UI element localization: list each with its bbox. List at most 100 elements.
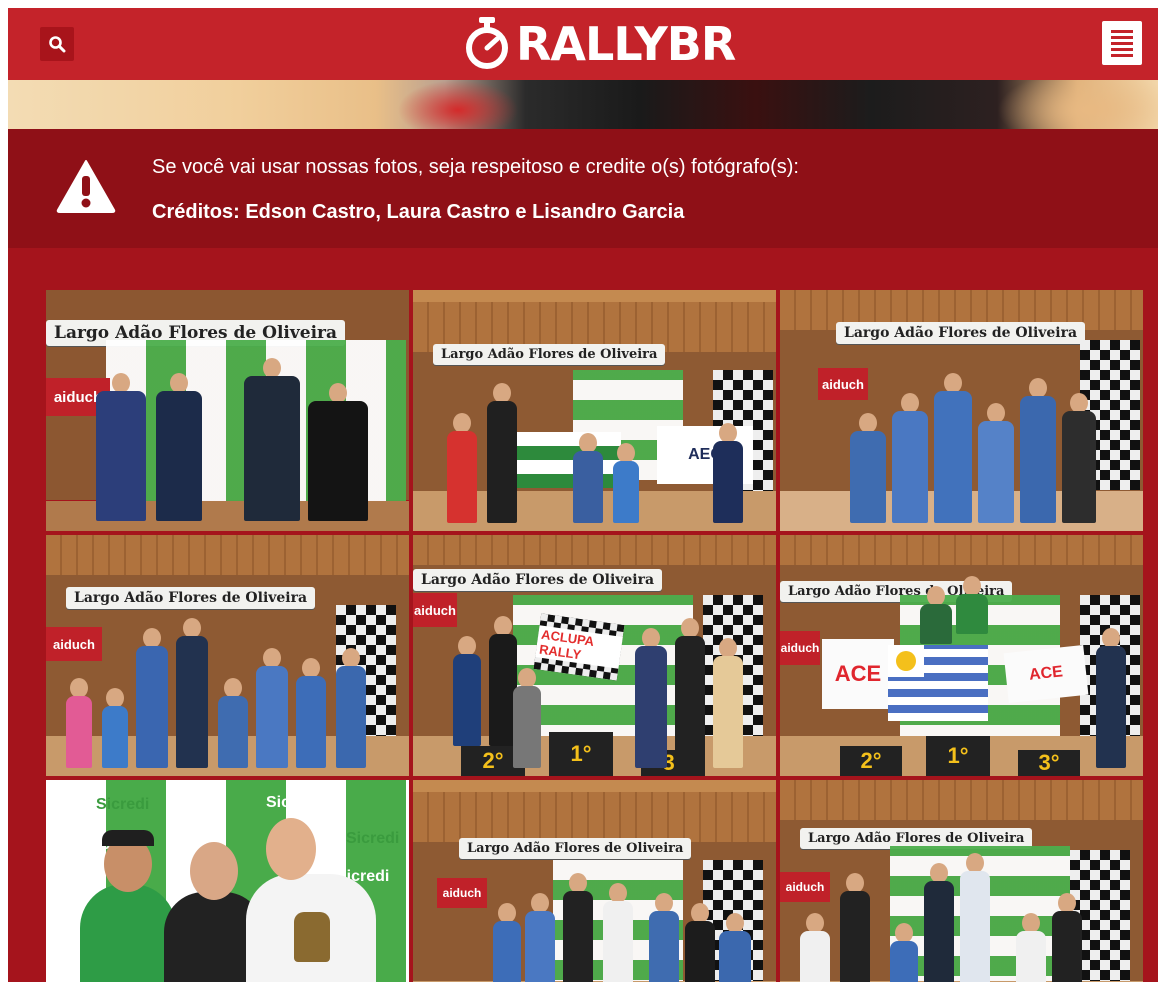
cap — [102, 830, 154, 846]
team-banner-label: ACLUPA RALLY — [535, 625, 623, 669]
podium-second: 2° — [840, 746, 902, 776]
photo-person — [850, 413, 886, 523]
gallery-photo[interactable]: Largo Adão Flores de Oliveira aiduch — [780, 290, 1143, 531]
photo-roof-edge — [413, 290, 776, 302]
ad-banner: aiduch — [413, 593, 457, 627]
photo-person — [525, 893, 555, 982]
photo-person — [675, 618, 705, 768]
photo-sign: Largo Adão Flores de Oliveira — [459, 838, 692, 859]
sponsor-logo-text: Sicredi — [346, 830, 400, 847]
menu-icon-bar — [1111, 35, 1133, 39]
photo-person — [136, 628, 168, 768]
photo-person — [336, 648, 366, 768]
gallery-photo[interactable]: Sicredi Sicredi Sicredi Sicredi Sicredi — [46, 780, 409, 982]
ad-banner: aiduch — [780, 631, 820, 665]
photo-credits: Créditos: Edson Castro, Laura Castro e L… — [152, 201, 685, 223]
photo-person — [719, 913, 751, 982]
stopwatch-icon — [466, 17, 508, 69]
photo-person — [513, 668, 541, 768]
photo-person — [453, 636, 481, 746]
hero-banner-image — [8, 80, 1158, 129]
photo-roof — [413, 535, 776, 565]
photo-person — [1016, 913, 1046, 982]
team-banner: ACE — [822, 639, 894, 709]
photo-person — [102, 688, 128, 768]
gallery-photo[interactable]: Largo Adão Flores de Oliveira aiduch ACE… — [780, 535, 1143, 776]
photo-person — [1020, 378, 1056, 523]
photo-sign: Largo Adão Flores de Oliveira — [66, 587, 316, 609]
gallery-photo[interactable]: Largo Adão Flores de Oliveira AEC — [413, 290, 776, 531]
photo-person — [573, 433, 603, 523]
photo-person — [1052, 893, 1082, 982]
photo-person — [447, 413, 477, 523]
photo-person — [649, 893, 679, 982]
gallery-photo[interactable]: Largo Adão Flores de Oliveira aiduch — [780, 780, 1143, 982]
photo-person — [713, 638, 743, 768]
photo-person-head — [266, 818, 316, 880]
photo-person — [840, 873, 870, 982]
menu-icon-bar — [1111, 29, 1133, 33]
menu-icon-bar — [1111, 47, 1133, 51]
photo-person — [920, 586, 952, 736]
page-frame: RALLYBR Se você vai usar nossas fotos, s… — [8, 8, 1158, 982]
menu-icon-bar — [1111, 41, 1133, 45]
team-banner: ACLUPA RALLY — [533, 613, 625, 681]
photo-person — [800, 913, 830, 982]
photo-gallery: Largo Adão Flores de Oliveira aiduch Lar… — [46, 290, 1144, 982]
photo-person — [176, 618, 208, 768]
photo-person — [218, 678, 248, 768]
photo-person — [892, 393, 928, 523]
gallery-photo[interactable]: Largo Adão Flores de Oliveira aiduch ACL… — [413, 535, 776, 776]
photo-roof-edge — [413, 780, 776, 792]
photo-roof — [780, 780, 1143, 820]
gallery-photo[interactable]: Largo Adão Flores de Oliveira aiduch — [413, 780, 776, 982]
team-banner: ACE — [1003, 644, 1089, 704]
photo-person — [66, 678, 92, 768]
gallery-photo[interactable]: Largo Adão Flores de Oliveira aiduch — [46, 290, 409, 531]
podium-third: 3° — [1018, 750, 1080, 776]
photo-person — [563, 873, 593, 982]
photo-person — [244, 358, 300, 523]
ad-banner: aiduch — [818, 368, 868, 400]
menu-button[interactable] — [1102, 21, 1142, 65]
photo-sign: Largo Adão Flores de Oliveira — [836, 322, 1086, 344]
photo-credit-notice: Se você vai usar nossas fotos, seja resp… — [8, 129, 1158, 248]
podium-first: 1° — [926, 736, 990, 776]
photo-person — [956, 576, 988, 736]
photo-person — [613, 443, 639, 523]
sponsor-logo-text: Sicredi — [266, 794, 320, 811]
site-logo[interactable]: RALLYBR — [464, 16, 736, 72]
notice-message: Se você vai usar nossas fotos, seja resp… — [152, 156, 799, 178]
photo-person — [493, 903, 521, 982]
ad-banner: aiduch — [780, 872, 830, 902]
gallery-photo[interactable]: Largo Adão Flores de Oliveira aiduch — [46, 535, 409, 776]
photo-sign: Largo Adão Flores de Oliveira — [413, 569, 663, 591]
photo-person — [960, 853, 990, 982]
photo-person — [487, 383, 517, 523]
podium-first: 1° — [549, 732, 613, 776]
ad-banner: aiduch — [437, 878, 487, 908]
photo-person — [685, 903, 715, 982]
photo-person — [978, 403, 1014, 523]
photo-sign: Largo Adão Flores de Oliveira — [433, 344, 666, 365]
photo-person-head — [190, 842, 238, 900]
photo-person — [308, 383, 368, 523]
photo-person — [924, 863, 954, 982]
photo-person — [1062, 393, 1096, 523]
photo-roof — [780, 535, 1143, 565]
warning-icon — [56, 160, 116, 213]
ad-banner: aiduch — [46, 627, 102, 661]
photo-person — [80, 884, 176, 982]
logo-text: RALLYBR — [516, 17, 736, 71]
photo-person — [603, 883, 633, 982]
photo-person — [296, 658, 326, 768]
photo-person — [934, 373, 972, 523]
photo-person — [96, 373, 146, 523]
photo-person — [635, 628, 667, 768]
search-button[interactable] — [40, 27, 74, 61]
trophy-icon — [294, 912, 330, 962]
search-icon — [49, 36, 66, 53]
photo-person — [890, 923, 918, 982]
site-header: RALLYBR — [8, 8, 1158, 80]
menu-icon-bar — [1111, 53, 1133, 57]
